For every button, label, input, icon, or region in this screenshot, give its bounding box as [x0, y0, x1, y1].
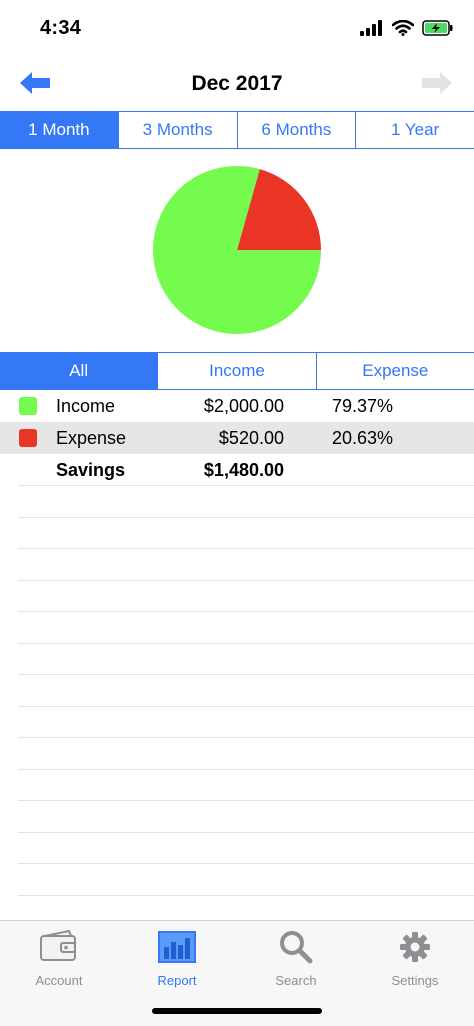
list-separator — [18, 548, 474, 549]
nav-bar: Dec 2017 — [0, 58, 474, 110]
tab-settings[interactable]: Settings — [356, 929, 474, 988]
tab-all[interactable]: All — [0, 353, 159, 389]
list-separator — [18, 768, 474, 770]
table-row-savings: Savings $1,480.00 — [0, 454, 474, 486]
tab-label: Report — [157, 973, 197, 988]
list-separator — [18, 894, 474, 896]
pie-chart — [152, 166, 321, 334]
status-icons — [360, 20, 454, 36]
magnifier-icon — [280, 931, 313, 964]
gear-icon — [400, 932, 430, 962]
tab-report[interactable]: Report — [118, 929, 236, 988]
tab-label: Settings — [391, 973, 439, 988]
row-label: Expense — [56, 428, 127, 448]
savings-amount: $1,480.00 — [203, 460, 284, 480]
row-label: Income — [56, 396, 116, 416]
table-row-income[interactable]: Income $2,000.00 79.37% — [0, 390, 474, 422]
row-amount: $2,000.00 — [203, 396, 284, 416]
wallet-icon — [40, 930, 76, 961]
status-bar: 4:34 — [0, 0, 474, 58]
tab-6-months[interactable]: 6 Months — [237, 112, 357, 148]
tab-account[interactable]: Account — [0, 929, 118, 988]
row-amount: $520.00 — [218, 428, 284, 448]
row-percent: 79.37% — [332, 396, 394, 416]
wifi-icon — [392, 20, 414, 36]
list-separator — [18, 516, 474, 518]
tab-search[interactable]: Search — [237, 929, 355, 988]
income-swatch — [19, 397, 37, 415]
type-segmented-control: All Income Expense — [0, 352, 474, 390]
tab-label: Account — [35, 973, 83, 988]
list-separator — [18, 863, 474, 864]
list-separator — [18, 674, 474, 675]
tab-1-month[interactable]: 1 Month — [0, 112, 119, 148]
tab-3-months[interactable]: 3 Months — [118, 112, 238, 148]
row-percent: 20.63% — [332, 428, 394, 448]
arrow-right-icon — [422, 72, 452, 94]
tab-label: Search — [275, 973, 317, 988]
status-time: 4:34 — [40, 17, 82, 39]
tab-expense[interactable]: Expense — [316, 353, 474, 389]
list-separator — [18, 579, 474, 581]
tab-1-year[interactable]: 1 Year — [356, 112, 474, 148]
savings-label: Savings — [56, 460, 126, 480]
signal-icon — [360, 20, 382, 36]
home-indicator — [152, 1008, 322, 1014]
expense-swatch — [19, 429, 37, 447]
list-separator — [18, 800, 474, 801]
list-separator — [18, 642, 474, 644]
page-title: Dec 2017 — [191, 72, 283, 95]
table-row-expense[interactable]: Expense $520.00 20.63% — [0, 422, 474, 454]
bar-chart-icon — [158, 931, 196, 963]
period-segmented-control: 1 Month 3 Months 6 Months 1 Year — [0, 111, 474, 149]
list-separator — [18, 831, 474, 833]
list-separator — [18, 737, 474, 738]
list-separator — [18, 485, 474, 486]
tab-income[interactable]: Income — [158, 353, 317, 389]
summary-table: Income $2,000.00 79.37% Expense $520.00 … — [0, 390, 474, 486]
pie-chart-area — [0, 149, 474, 352]
battery-charging-icon — [422, 20, 453, 36]
list-separator — [18, 705, 474, 707]
list-separator — [18, 611, 474, 612]
